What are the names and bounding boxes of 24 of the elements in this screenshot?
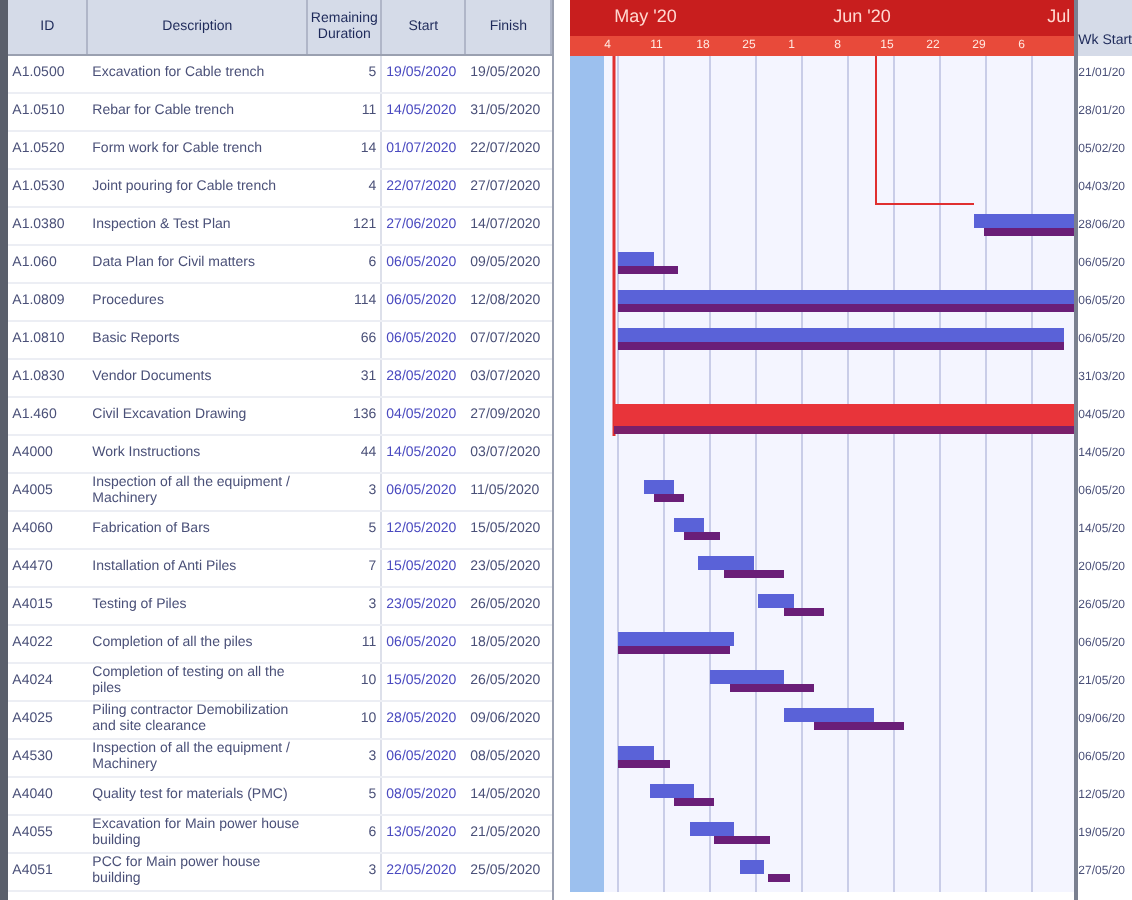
task-bar[interactable] (674, 518, 705, 532)
baseline-bar (618, 760, 671, 768)
baseline-bar (814, 722, 905, 730)
baseline-bar (724, 570, 785, 578)
baseline-bar (674, 798, 715, 806)
baseline-bar (618, 266, 679, 274)
month-label: Jun '20 (833, 4, 891, 31)
task-bar[interactable] (690, 822, 735, 836)
baseline-bar (984, 228, 1075, 236)
task-bar[interactable] (740, 860, 765, 874)
month-label: Jul (1047, 4, 1071, 31)
baseline-bar (784, 608, 825, 616)
baseline-bar (684, 532, 721, 540)
baseline-bar (730, 684, 815, 692)
baseline-bar (654, 494, 685, 502)
baseline-bar (768, 874, 791, 882)
task-bar[interactable] (618, 252, 655, 266)
task-bar[interactable] (650, 784, 695, 798)
task-bar[interactable] (644, 480, 675, 494)
month-label: May '20 (614, 4, 677, 31)
baseline-bar (618, 646, 731, 654)
task-bar[interactable] (758, 594, 795, 608)
task-bar[interactable] (618, 746, 655, 760)
baseline-bar (714, 836, 771, 844)
